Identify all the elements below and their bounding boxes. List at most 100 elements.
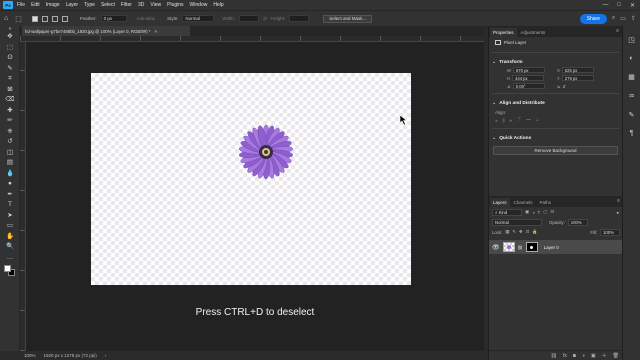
brush-icon[interactable]: ✏ bbox=[0, 116, 20, 127]
blend-mode-select[interactable]: Normal bbox=[492, 218, 542, 226]
width-input[interactable] bbox=[239, 15, 260, 22]
stamp-icon[interactable]: ⎈ bbox=[0, 127, 20, 138]
style-select[interactable]: Normal bbox=[182, 15, 215, 22]
document-tab[interactable]: hd-wallpaper-g7be7488bb_1920.jpg @ 100% … bbox=[22, 26, 190, 36]
fx-icon[interactable]: fx bbox=[563, 353, 567, 359]
tab-channels[interactable]: Channels bbox=[511, 198, 536, 207]
eyedropper-icon[interactable]: ⌫ bbox=[0, 95, 20, 106]
menu-3d[interactable]: 3D bbox=[138, 2, 144, 8]
menu-layer[interactable]: Layer bbox=[66, 2, 79, 8]
menu-select[interactable]: Select bbox=[101, 2, 115, 8]
libraries-icon[interactable]: ♒ bbox=[628, 92, 634, 100]
menu-help[interactable]: Help bbox=[213, 2, 223, 8]
adjustment-icon[interactable]: ◑ bbox=[582, 353, 585, 359]
zoom-level[interactable]: 100% bbox=[24, 353, 36, 358]
filter-shape-icon[interactable]: ▢ bbox=[543, 209, 547, 215]
tab-adjustments[interactable]: Adjustments bbox=[518, 28, 549, 37]
height-value-input[interactable]: 444 px bbox=[512, 75, 545, 81]
filter-pixel-icon[interactable]: ▣ bbox=[525, 209, 529, 215]
share-button[interactable]: Share bbox=[579, 14, 607, 24]
remove-background-button[interactable]: Remove Background bbox=[493, 146, 618, 155]
align-middle-icon[interactable]: ⊶ bbox=[526, 117, 531, 123]
panel-menu-icon[interactable]: ≡ bbox=[616, 28, 619, 34]
path-select-icon[interactable]: ➤ bbox=[0, 211, 20, 222]
tab-properties[interactable]: Properties bbox=[490, 28, 517, 37]
lock-pixels-icon[interactable]: ▦ bbox=[505, 229, 509, 235]
height-input[interactable] bbox=[289, 15, 310, 22]
lock-artboard-icon[interactable]: ⊡ bbox=[526, 229, 530, 235]
gradient-icon[interactable]: ▤ bbox=[0, 158, 20, 169]
close-document-icon[interactable]: × bbox=[154, 29, 157, 34]
group-icon[interactable]: ▣ bbox=[591, 353, 596, 359]
frame-icon[interactable]: ⊠ bbox=[0, 85, 20, 96]
mask-icon[interactable]: ◙ bbox=[573, 353, 576, 359]
y-value-input[interactable]: 279 px bbox=[561, 75, 594, 81]
align-bottom-icon[interactable]: ⊥ bbox=[536, 117, 540, 123]
swatches-icon[interactable]: ▦ bbox=[628, 73, 635, 81]
feather-input[interactable]: 0 px bbox=[100, 15, 127, 22]
layers-menu-icon[interactable]: ≡ bbox=[617, 198, 620, 204]
history-icon[interactable]: ◳ bbox=[628, 36, 635, 44]
menu-plugins[interactable]: Plugins bbox=[167, 2, 183, 8]
opacity-input[interactable]: 100% bbox=[567, 218, 588, 226]
lasso-icon[interactable]: ʘ bbox=[0, 53, 20, 64]
select-and-mask-button[interactable]: Select and Mask... bbox=[323, 14, 373, 23]
link-icon[interactable]: ⛓ bbox=[551, 353, 557, 359]
x-value-input[interactable]: 625 px bbox=[561, 67, 594, 73]
new-selection-icon[interactable] bbox=[31, 15, 38, 22]
width-value-input[interactable]: 670 px bbox=[512, 67, 545, 73]
healing-icon[interactable]: ✚ bbox=[0, 106, 20, 117]
tab-layers[interactable]: Layers bbox=[490, 198, 510, 207]
filter-toggle-icon[interactable]: ● bbox=[616, 210, 619, 215]
history-brush-icon[interactable]: ↺ bbox=[0, 137, 20, 148]
status-arrow-icon[interactable]: › bbox=[105, 353, 107, 358]
menu-file[interactable]: File bbox=[17, 2, 25, 8]
add-selection-icon[interactable] bbox=[41, 15, 48, 22]
pen-icon[interactable]: ✒ bbox=[0, 190, 20, 201]
brush-settings-icon[interactable]: ✎ bbox=[629, 111, 635, 119]
minimize-icon[interactable]: — bbox=[602, 2, 608, 9]
move-icon[interactable]: ✥ bbox=[0, 32, 20, 43]
flip-vertical-icon[interactable]: ⇵ bbox=[563, 84, 567, 89]
maximize-icon[interactable]: □ bbox=[617, 2, 621, 9]
transform-section-header[interactable]: ⌄ Transform bbox=[489, 57, 622, 67]
align-top-icon[interactable]: ⊤ bbox=[517, 117, 521, 123]
lock-move-icon[interactable]: ✥ bbox=[519, 229, 523, 235]
menu-view[interactable]: View bbox=[150, 2, 161, 8]
layer-mask-thumbnail[interactable] bbox=[525, 242, 538, 252]
align-center-icon[interactable]: ⫼ bbox=[503, 118, 505, 123]
color-icon[interactable]: ◐ bbox=[629, 55, 633, 62]
close-icon[interactable]: ✕ bbox=[630, 2, 635, 9]
quick-select-icon[interactable]: ✎ bbox=[0, 64, 20, 75]
filter-type-icon[interactable]: T bbox=[538, 210, 541, 215]
hand-icon[interactable]: ✋ bbox=[0, 232, 20, 243]
antialias-checkbox[interactable]: Anti-alias bbox=[137, 16, 156, 21]
share-settings-icon[interactable]: ⇪ bbox=[631, 15, 636, 22]
subtract-selection-icon[interactable] bbox=[51, 15, 58, 22]
lock-paint-icon[interactable]: ✎ bbox=[512, 229, 516, 235]
intersect-selection-icon[interactable] bbox=[61, 15, 68, 22]
zoom-icon[interactable]: 🔍 bbox=[0, 242, 20, 253]
layer-thumbnail[interactable] bbox=[502, 242, 515, 252]
paragraph-icon[interactable]: ¶ bbox=[630, 130, 634, 137]
menu-filter[interactable]: Filter bbox=[121, 2, 132, 8]
search-icon[interactable]: ⌕ bbox=[612, 15, 615, 22]
blur-icon[interactable]: 💧 bbox=[0, 169, 20, 180]
home-icon[interactable]: ⌂ bbox=[4, 15, 8, 22]
more-tools-icon[interactable]: … bbox=[0, 253, 20, 264]
menu-image[interactable]: Image bbox=[46, 2, 60, 8]
quick-actions-header[interactable]: ⌄ Quick Actions bbox=[489, 133, 622, 143]
crop-icon[interactable]: ⌗ bbox=[0, 74, 20, 85]
canvas-area[interactable]: Press CTRL+D to deselect bbox=[26, 42, 484, 351]
lock-all-icon[interactable]: 🔒 bbox=[532, 229, 537, 235]
layer-row[interactable]: 👁 ⛓ Layer 0 bbox=[489, 240, 623, 254]
layer-name[interactable]: Layer 0 bbox=[544, 245, 559, 250]
eye-icon[interactable]: 👁 bbox=[492, 244, 500, 251]
type-icon[interactable]: T bbox=[0, 200, 20, 211]
align-left-icon[interactable]: ⫷ bbox=[495, 118, 498, 123]
new-layer-icon[interactable]: ＋ bbox=[602, 352, 607, 359]
fill-input[interactable]: 100% bbox=[600, 228, 620, 236]
tab-paths[interactable]: Paths bbox=[537, 198, 555, 207]
workspace-icon[interactable]: ▭ bbox=[620, 15, 626, 22]
flip-horizontal-icon[interactable]: ⇋ bbox=[557, 84, 561, 89]
